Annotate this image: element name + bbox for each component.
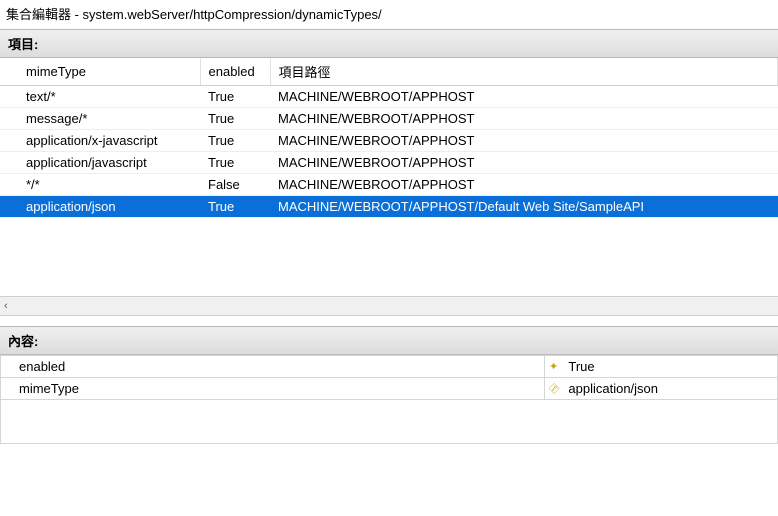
- star-icon: ✦: [544, 356, 562, 378]
- cell-enabled: True: [200, 108, 270, 130]
- property-empty-area: [1, 400, 778, 444]
- table-row[interactable]: */*FalseMACHINE/WEBROOT/APPHOST: [0, 174, 778, 196]
- property-value[interactable]: application/json: [562, 378, 777, 400]
- col-mimetype[interactable]: mimeType: [0, 58, 200, 86]
- table-row[interactable]: message/*TrueMACHINE/WEBROOT/APPHOST: [0, 108, 778, 130]
- table-row[interactable]: application/javascriptTrueMACHINE/WEBROO…: [0, 152, 778, 174]
- property-name: enabled: [1, 356, 545, 378]
- cell-mimetype: */*: [0, 174, 200, 196]
- cell-path: MACHINE/WEBROOT/APPHOST: [270, 174, 778, 196]
- cell-enabled: False: [200, 174, 270, 196]
- grid-empty-area: [0, 218, 778, 296]
- items-grid: mimeType enabled 項目路徑 text/*TrueMACHINE/…: [0, 58, 778, 218]
- cell-mimetype: message/*: [0, 108, 200, 130]
- horizontal-scrollbar[interactable]: ‹: [0, 296, 778, 316]
- table-row[interactable]: application/x-javascriptTrueMACHINE/WEBR…: [0, 130, 778, 152]
- grid-header-row[interactable]: mimeType enabled 項目路徑: [0, 58, 778, 86]
- cell-enabled: True: [200, 86, 270, 108]
- cell-path: MACHINE/WEBROOT/APPHOST: [270, 86, 778, 108]
- properties-grid: enabled✦TruemimeType⚿application/json: [0, 355, 778, 444]
- property-value[interactable]: True: [562, 356, 777, 378]
- cell-mimetype: application/x-javascript: [0, 130, 200, 152]
- cell-enabled: True: [200, 196, 270, 218]
- col-enabled[interactable]: enabled: [200, 58, 270, 86]
- items-section-header: 項目:: [0, 29, 778, 58]
- property-row[interactable]: enabled✦True: [1, 356, 778, 378]
- cell-path: MACHINE/WEBROOT/APPHOST: [270, 108, 778, 130]
- col-path[interactable]: 項目路徑: [270, 58, 778, 86]
- table-row[interactable]: application/jsonTrueMACHINE/WEBROOT/APPH…: [0, 196, 778, 218]
- scroll-left-icon[interactable]: ‹: [4, 300, 8, 312]
- cell-enabled: True: [200, 152, 270, 174]
- cell-path: MACHINE/WEBROOT/APPHOST: [270, 152, 778, 174]
- cell-mimetype: application/json: [0, 196, 200, 218]
- window-title: 集合編輯器 - system.webServer/httpCompression…: [0, 0, 778, 29]
- table-row[interactable]: text/*TrueMACHINE/WEBROOT/APPHOST: [0, 86, 778, 108]
- property-row[interactable]: mimeType⚿application/json: [1, 378, 778, 400]
- property-name: mimeType: [1, 378, 545, 400]
- cell-mimetype: text/*: [0, 86, 200, 108]
- content-section-header: 內容:: [0, 326, 778, 355]
- key-icon: ⚿: [544, 378, 562, 400]
- cell-mimetype: application/javascript: [0, 152, 200, 174]
- cell-path: MACHINE/WEBROOT/APPHOST/Default Web Site…: [270, 196, 778, 218]
- cell-path: MACHINE/WEBROOT/APPHOST: [270, 130, 778, 152]
- cell-enabled: True: [200, 130, 270, 152]
